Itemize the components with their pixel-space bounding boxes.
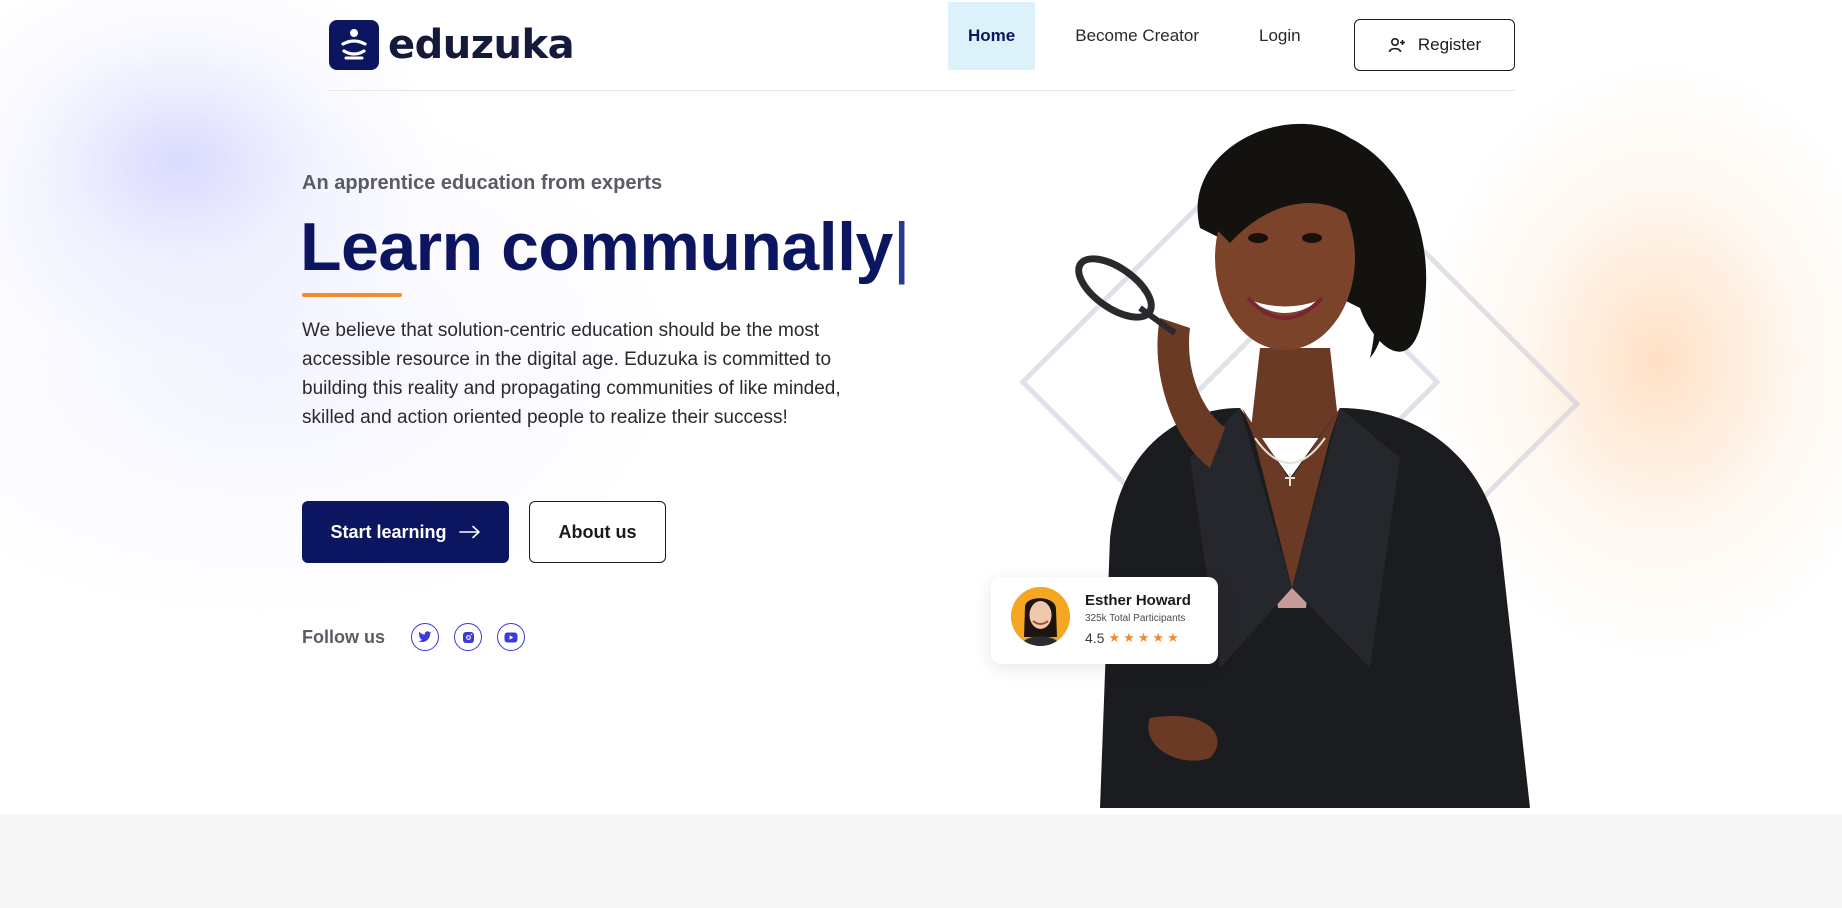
top-nav: eduzuka Home Become Creator Login Regist… (329, 0, 1515, 91)
register-label: Register (1417, 35, 1482, 54)
hero-section: eduzuka Home Become Creator Login Regist… (0, 0, 1842, 814)
hero-headline: Learn communally| (300, 208, 911, 286)
register-button[interactable]: Register (1354, 19, 1515, 71)
nav-home[interactable]: Home (948, 2, 1036, 70)
start-learning-button[interactable]: Start learning (302, 501, 509, 563)
add-user-icon (1388, 37, 1405, 53)
star-rating-icons: ★★★★★ (1108, 630, 1182, 645)
youtube-icon[interactable] (497, 623, 525, 651)
logo[interactable]: eduzuka (329, 20, 575, 70)
hero-headline-text: Learn communally (300, 209, 893, 285)
twitter-icon[interactable] (411, 623, 439, 651)
woman-portrait-image (1075, 123, 1530, 808)
logo-text: eduzuka (388, 22, 575, 68)
start-learning-label: Start learning (330, 521, 447, 542)
arrow-right-icon (458, 525, 480, 539)
instagram-icon[interactable] (454, 623, 482, 651)
hero-description: We believe that solution-centric educati… (302, 320, 841, 428)
nav-links: Home Become Creator Login (948, 2, 1321, 70)
logo-icon (329, 20, 379, 70)
typing-caret: | (892, 209, 911, 285)
instructor-avatar (1011, 587, 1070, 646)
participants-count: 325k Total Participants (1085, 613, 1186, 624)
nav-login[interactable]: Login (1219, 2, 1321, 70)
headline-underline (302, 293, 402, 297)
next-section-band (0, 814, 1842, 908)
nav-become-creator[interactable]: Become Creator (1035, 2, 1219, 70)
instructor-rating-card[interactable]: Esther Howard 325k Total Participants 4.… (991, 577, 1218, 664)
hero-eyebrow: An apprentice education from experts (302, 172, 663, 194)
about-us-button[interactable]: About us (529, 501, 666, 563)
rating-value: 4.5 (1085, 630, 1105, 646)
rating-score: 4.5 ★★★★★ (1085, 630, 1182, 646)
instructor-name: Esther Howard (1085, 592, 1191, 609)
follow-us-label: Follow us (302, 627, 385, 647)
